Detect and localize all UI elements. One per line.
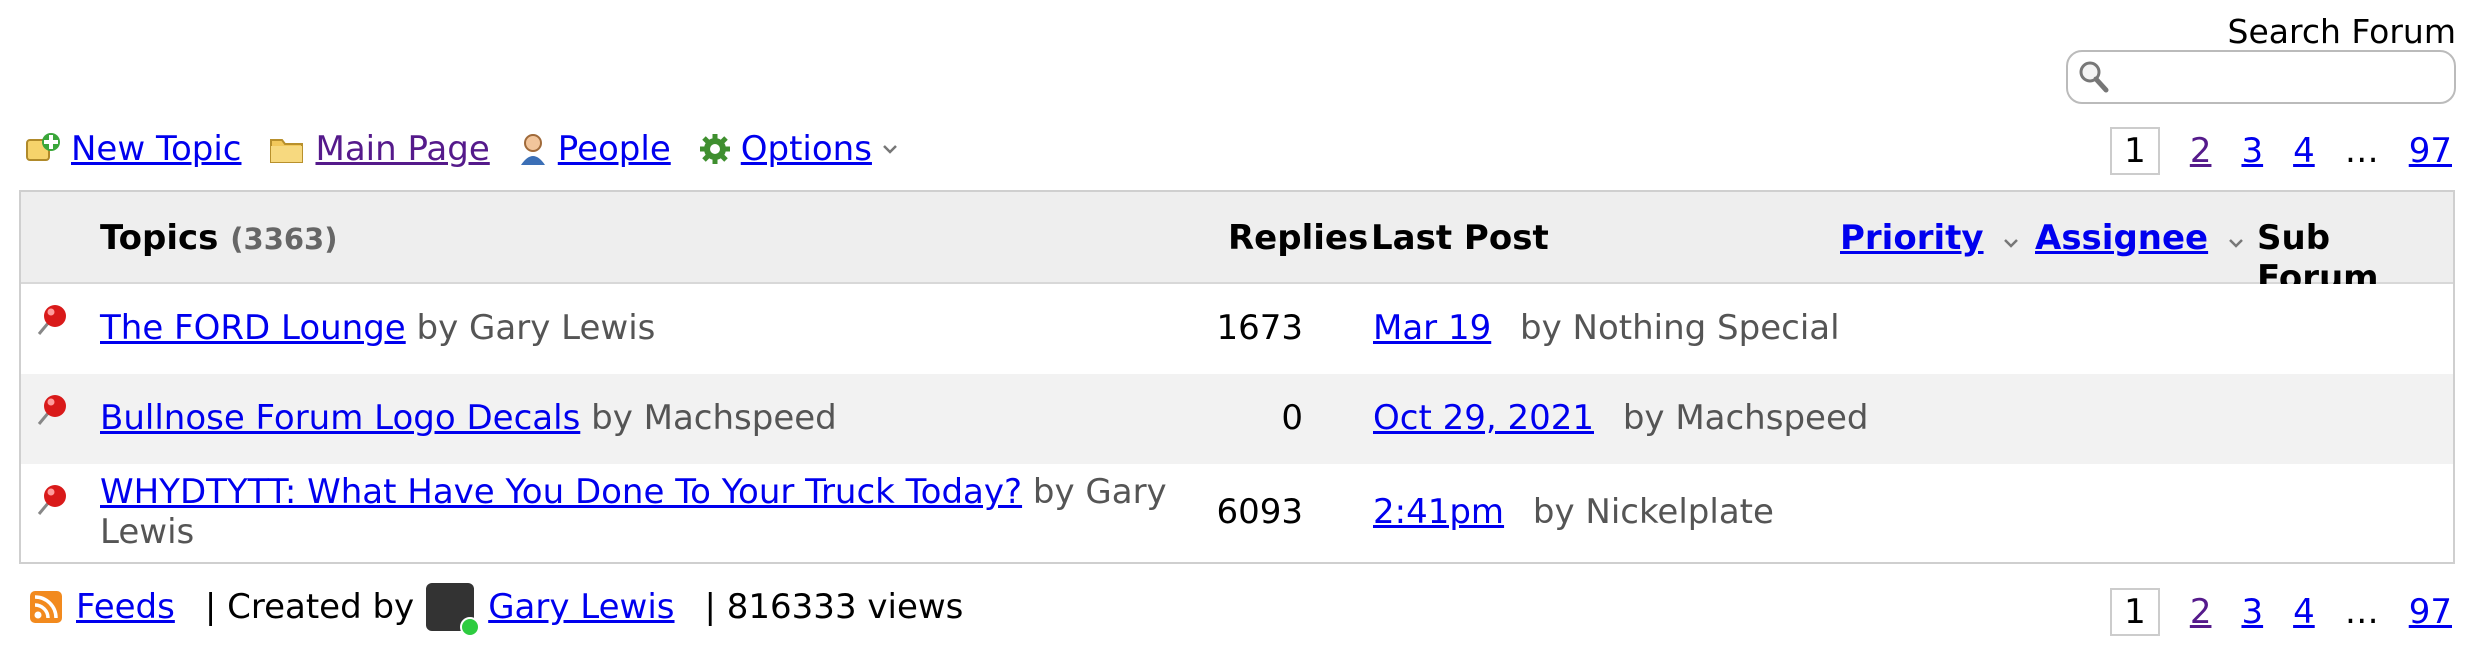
people-action[interactable]: People bbox=[518, 129, 671, 169]
pin-icon bbox=[37, 485, 66, 515]
page-link-last[interactable]: 97 bbox=[2409, 592, 2452, 632]
options-link[interactable]: Options bbox=[741, 129, 872, 169]
new-topic-link[interactable]: New Topic bbox=[71, 129, 241, 169]
topics-count: (3363) bbox=[230, 222, 338, 256]
topic-link[interactable]: The FORD Lounge bbox=[100, 308, 406, 348]
replies-header: Replies bbox=[1228, 218, 1369, 258]
priority-sort-link[interactable]: Priority bbox=[1840, 218, 1984, 258]
topic-link[interactable]: Bullnose Forum Logo Decals bbox=[100, 398, 580, 438]
last-post-link[interactable]: Oct 29, 2021 bbox=[1373, 398, 1594, 438]
pagination-bottom: 1 2 3 4 … 97 bbox=[2110, 588, 2452, 636]
last-post-header: Last Post bbox=[1371, 218, 1549, 258]
last-post-link[interactable]: 2:41pm bbox=[1373, 492, 1504, 532]
avatar[interactable] bbox=[426, 583, 481, 637]
chevron-down-icon bbox=[2004, 239, 2019, 248]
page-ellipsis: … bbox=[2344, 592, 2379, 632]
folder-icon bbox=[270, 139, 304, 163]
last-post-cell: Oct 29, 2021 by Machspeed bbox=[1373, 398, 1868, 438]
topic-cell: WHYDTYTT: What Have You Done To Your Tru… bbox=[100, 472, 1180, 552]
last-post-author: by Machspeed bbox=[1622, 398, 1869, 438]
table-row: The FORD Lounge by Gary Lewis 1673 Mar 1… bbox=[21, 284, 2453, 374]
search-input[interactable] bbox=[2116, 58, 2440, 98]
search-box[interactable] bbox=[2066, 50, 2456, 104]
topic-cell: The FORD Lounge by Gary Lewis bbox=[100, 308, 655, 348]
creator-link[interactable]: Gary Lewis bbox=[488, 587, 674, 627]
topics-header-label: Topics bbox=[100, 218, 219, 258]
page-link-3[interactable]: 3 bbox=[2241, 131, 2263, 171]
chevron-down-icon bbox=[2229, 239, 2243, 248]
replies-count: 6093 bbox=[1216, 492, 1303, 532]
last-post-author: by Nickelplate bbox=[1532, 492, 1774, 532]
topics-header: Topics (3363) bbox=[100, 218, 338, 258]
page-link-4[interactable]: 4 bbox=[2293, 131, 2315, 171]
pin-icon bbox=[37, 305, 66, 335]
created-by-label: | Created by bbox=[204, 587, 415, 627]
last-post-author: by Nothing Special bbox=[1520, 308, 1840, 348]
assignee-sort-link[interactable]: Assignee bbox=[2035, 218, 2208, 258]
page-link-2[interactable]: 2 bbox=[2190, 592, 2212, 632]
pin-icon bbox=[37, 395, 66, 425]
options-action[interactable]: Options bbox=[699, 129, 908, 169]
page-link-4[interactable]: 4 bbox=[2293, 592, 2315, 632]
new-topic-icon bbox=[26, 133, 60, 161]
table-row: WHYDTYTT: What Have You Done To Your Tru… bbox=[21, 464, 2453, 562]
page-link-last[interactable]: 97 bbox=[2409, 131, 2452, 171]
main-page-action[interactable]: Main Page bbox=[269, 129, 490, 169]
page-link-2[interactable]: 2 bbox=[2190, 131, 2212, 171]
page-ellipsis: … bbox=[2344, 131, 2379, 171]
forum-footer: Feeds | Created by Gary Lewis | 816333 v… bbox=[30, 580, 964, 637]
topic-author: by Machspeed bbox=[591, 398, 837, 438]
people-link[interactable]: People bbox=[558, 129, 671, 169]
person-icon bbox=[520, 134, 545, 165]
last-post-link[interactable]: Mar 19 bbox=[1373, 308, 1491, 348]
replies-count: 0 bbox=[1281, 398, 1303, 438]
views-count: | 816333 views bbox=[704, 587, 964, 627]
topic-author: by Gary Lewis bbox=[416, 308, 656, 348]
feeds-link[interactable]: Feeds bbox=[76, 587, 175, 627]
assignee-header[interactable]: Assignee bbox=[2035, 218, 2244, 258]
topic-link[interactable]: WHYDTYTT: What Have You Done To Your Tru… bbox=[100, 472, 1022, 512]
forum-toolbar: New Topic Main Page People Options bbox=[25, 126, 936, 172]
search-icon bbox=[2079, 61, 2109, 93]
chevron-down-icon[interactable] bbox=[882, 143, 898, 155]
gear-icon bbox=[699, 134, 730, 164]
page-link-3[interactable]: 3 bbox=[2241, 592, 2263, 632]
search-label: Search Forum bbox=[2227, 12, 2457, 51]
topic-cell: Bullnose Forum Logo Decals by Machspeed bbox=[100, 398, 837, 438]
page-current: 1 bbox=[2110, 588, 2160, 636]
priority-header[interactable]: Priority bbox=[1840, 218, 2019, 258]
pagination-top: 1 2 3 4 … 97 bbox=[2110, 127, 2452, 175]
table-row: Bullnose Forum Logo Decals by Machspeed … bbox=[21, 374, 2453, 464]
last-post-cell: Mar 19 by Nothing Special bbox=[1373, 308, 1840, 348]
topics-table: Topics (3363) Replies Last Post Priority… bbox=[19, 190, 2455, 564]
last-post-cell: 2:41pm by Nickelplate bbox=[1373, 492, 1774, 532]
new-topic-action[interactable]: New Topic bbox=[25, 129, 241, 169]
table-header: Topics (3363) Replies Last Post Priority… bbox=[21, 192, 2453, 298]
main-page-link[interactable]: Main Page bbox=[315, 129, 489, 169]
page-current: 1 bbox=[2110, 127, 2160, 175]
replies-count: 1673 bbox=[1216, 308, 1303, 348]
rss-icon bbox=[30, 591, 62, 623]
